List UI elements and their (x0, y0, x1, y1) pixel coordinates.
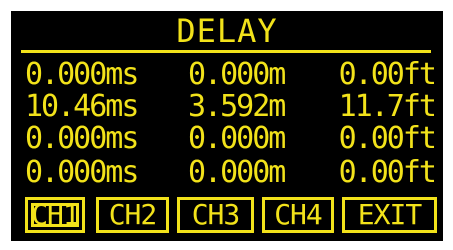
ch2-button[interactable]: CH2 (96, 197, 169, 233)
page-title: DELAY (176, 12, 278, 50)
delay-row-ch2: 10.46ms 3.592m 11.7ft (11, 91, 443, 123)
delay-ms-value: 10.46ms (25, 89, 139, 124)
delay-meters-value: 3.592m (188, 89, 286, 124)
delay-meters-value: 0.000m (188, 155, 286, 190)
delay-meters-value: 0.000m (188, 121, 286, 156)
title-underline (21, 50, 431, 53)
ch1-button[interactable]: CH1 (25, 197, 85, 233)
delay-feet-value: 0.00ft (338, 57, 437, 92)
delay-row-ch3: 0.000ms 0.000m 0.00ft (11, 123, 443, 155)
button-bar: CH1 CH2 CH3 CH4 EXIT (11, 197, 443, 239)
delay-feet-value: 0.00ft (338, 155, 437, 190)
exit-button[interactable]: EXIT (342, 197, 437, 233)
delay-ms-value: 0.000ms (25, 57, 139, 92)
delay-feet-value: 11.7ft (338, 89, 437, 124)
delay-meters-value: 0.000m (188, 57, 286, 92)
delay-feet-value: 0.00ft (338, 121, 437, 156)
delay-row-ch4: 0.000ms 0.000m 0.00ft (11, 157, 443, 189)
delay-screen: DELAY 0.000ms 0.000m 0.00ft 10.46ms 3.59… (11, 11, 443, 241)
delay-row-ch1: 0.000ms 0.000m 0.00ft (11, 59, 443, 91)
delay-ms-value: 0.000ms (25, 155, 139, 190)
ch3-button[interactable]: CH3 (177, 197, 254, 233)
ch4-button[interactable]: CH4 (262, 197, 334, 233)
delay-ms-value: 0.000ms (25, 121, 139, 156)
